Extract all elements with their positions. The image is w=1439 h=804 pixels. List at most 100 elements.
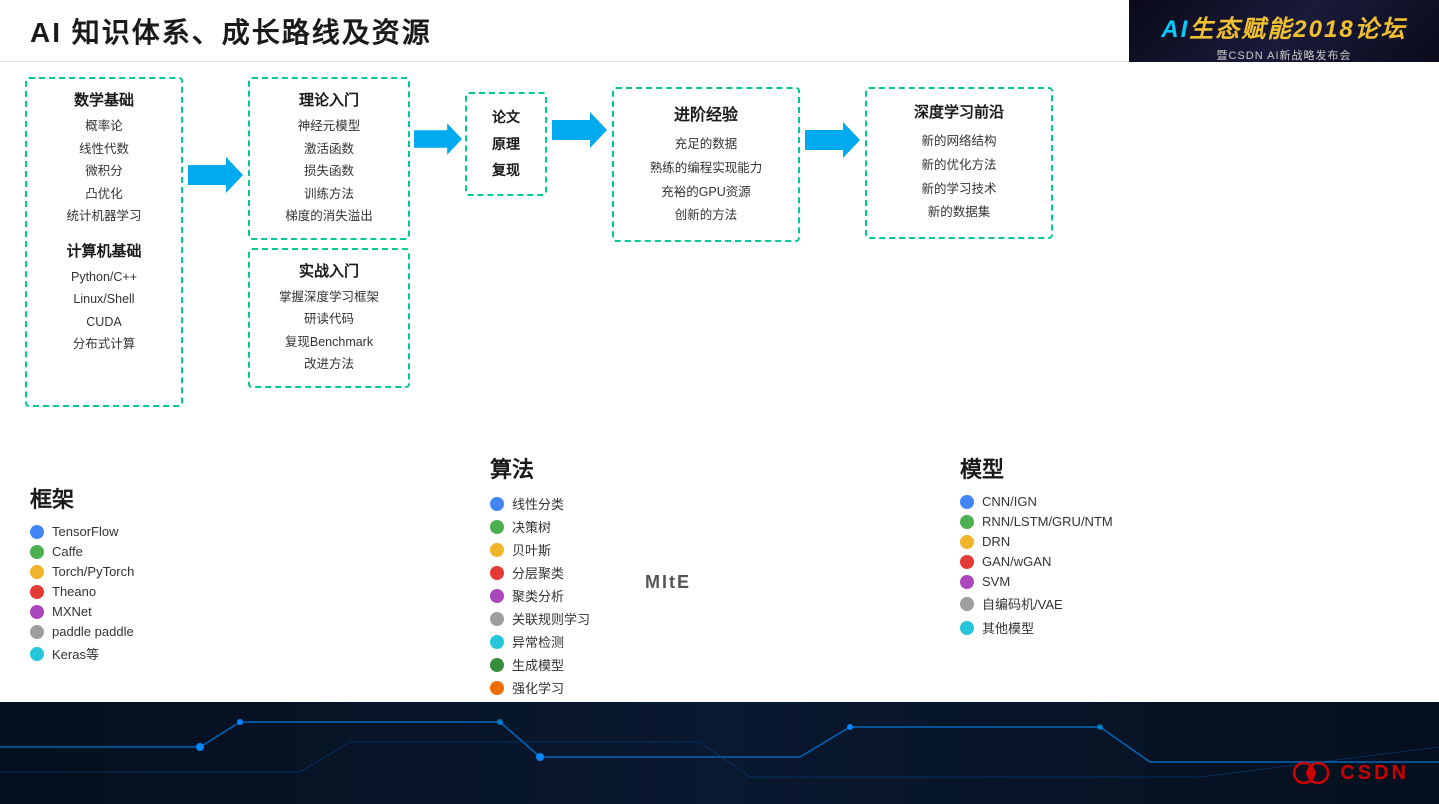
fw-label-1: TensorFlow	[52, 524, 118, 539]
arrow-2-top-svg	[414, 122, 462, 156]
alg-item-8: 生成模型	[490, 655, 720, 674]
fw-label-6: paddle paddle	[52, 624, 134, 639]
mite-label: MItE	[645, 572, 691, 593]
model-item-4: GAN/wGAN	[960, 554, 1250, 569]
deep-item-1: 新的网络结构	[881, 130, 1037, 154]
model-dot-1	[960, 495, 974, 509]
arrow-column-2	[410, 77, 465, 312]
fw-item-2: Caffe	[30, 544, 260, 559]
theory-item-1: 神经元模型	[262, 115, 396, 138]
model-item-6: 自编码机/VAE	[960, 594, 1250, 613]
alg-label-5: 聚类分析	[512, 586, 564, 605]
math-item-3: 微积分	[39, 160, 169, 183]
alg-label-6: 关联规则学习	[512, 609, 590, 628]
csdn-icon	[1292, 754, 1330, 792]
fw-item-4: Theano	[30, 584, 260, 599]
alg-item-1: 线性分类	[490, 494, 720, 513]
model-item-2: RNN/LSTM/GRU/NTM	[960, 514, 1250, 529]
deep-item-2: 新的优化方法	[881, 154, 1037, 178]
logo-text: 生态赋能2018论坛	[1189, 16, 1406, 43]
fw-label-2: Caffe	[52, 544, 83, 559]
deep-learning-box: 深度学习前沿 新的网络结构 新的优化方法 新的学习技术 新的数据集	[865, 87, 1053, 239]
alg-dot-4	[490, 566, 504, 580]
alg-dot-1	[490, 497, 504, 511]
comp-item-3: CUDA	[39, 311, 169, 334]
fw-label-3: Torch/PyTorch	[52, 564, 134, 579]
fw-dot-7	[30, 647, 44, 661]
model-label-2: RNN/LSTM/GRU/NTM	[982, 514, 1113, 529]
arrow-4-svg	[805, 122, 860, 158]
alg-label-3: 贝叶斯	[512, 540, 551, 559]
circuit-svg	[0, 702, 1439, 804]
alg-item-7: 异常检测	[490, 632, 720, 651]
math-items: 概率论 线性代数 微积分 凸优化 统计机器学习	[39, 115, 169, 228]
adv-item-4: 创新的方法	[628, 204, 784, 228]
theory-item-4: 训练方法	[262, 183, 396, 206]
model-dot-5	[960, 575, 974, 589]
algorithm-title: 算法	[490, 452, 720, 484]
theory-item-2: 激活函数	[262, 138, 396, 161]
alg-item-9: 强化学习	[490, 678, 720, 697]
alg-item-2: 决策树	[490, 517, 720, 536]
fw-item-1: TensorFlow	[30, 524, 260, 539]
main-area: 数学基础 概率论 线性代数 微积分 凸优化 统计机器学习 计算机基础 Pytho…	[0, 62, 1439, 704]
alg-label-8: 生成模型	[512, 655, 564, 674]
fw-dot-4	[30, 585, 44, 599]
model-item-3: DRN	[960, 534, 1250, 549]
advanced-box: 进阶经验 充足的数据 熟练的编程实现能力 充裕的GPU资源 创新的方法	[612, 87, 800, 242]
practice-box: 实战入门 掌握深度学习框架 研读代码 复现Benchmark 改进方法	[248, 248, 410, 388]
practice-title: 实战入门	[262, 260, 396, 281]
deep-item-4: 新的数据集	[881, 201, 1037, 225]
practice-item-3: 复现Benchmark	[262, 331, 396, 354]
theory-box: 理论入门 神经元模型 激活函数 损失函数 训练方法 梯度的消失溢出	[248, 77, 410, 240]
arrow-1-svg	[188, 157, 243, 193]
fw-dot-3	[30, 565, 44, 579]
logo-ai: AI	[1161, 16, 1189, 43]
practice-item-1: 掌握深度学习框架	[262, 286, 396, 309]
comp-item-1: Python/C++	[39, 266, 169, 289]
alg-dot-7	[490, 635, 504, 649]
model-title: 模型	[960, 452, 1250, 484]
fw-dot-5	[30, 605, 44, 619]
paper-box: 论文 原理 复现	[465, 92, 547, 196]
theory-item-5: 梯度的消失溢出	[262, 205, 396, 228]
model-item-5: SVM	[960, 574, 1250, 589]
math-item-5: 统计机器学习	[39, 205, 169, 228]
math-title: 数学基础	[39, 89, 169, 110]
logo-sub: 暨CSDN AI新战略发布会	[1216, 47, 1351, 63]
alg-dot-2	[490, 520, 504, 534]
alg-dot-6	[490, 612, 504, 626]
math-item-4: 凸优化	[39, 183, 169, 206]
foundations-box: 数学基础 概率论 线性代数 微积分 凸优化 统计机器学习 计算机基础 Pytho…	[25, 77, 183, 407]
model-label-5: SVM	[982, 574, 1010, 589]
framework-title: 框架	[30, 482, 260, 514]
computer-title: 计算机基础	[39, 240, 169, 261]
arrow-3	[547, 77, 612, 148]
computer-items: Python/C++ Linux/Shell CUDA 分布式计算	[39, 266, 169, 356]
deep-item-3: 新的学习技术	[881, 178, 1037, 202]
theory-title: 理论入门	[262, 89, 396, 110]
adv-item-3: 充裕的GPU资源	[628, 181, 784, 205]
arrow-3-svg	[552, 112, 607, 148]
model-section: 模型 CNN/IGN RNN/LSTM/GRU/NTM DRN GAN/wGAN…	[960, 452, 1250, 642]
model-label-1: CNN/IGN	[982, 494, 1037, 509]
alg-dot-9	[490, 681, 504, 695]
arrow-4	[800, 77, 865, 158]
fw-item-6: paddle paddle	[30, 624, 260, 639]
spacer	[410, 164, 465, 312]
fw-item-5: MXNet	[30, 604, 260, 619]
comp-item-2: Linux/Shell	[39, 288, 169, 311]
alg-label-9: 强化学习	[512, 678, 564, 697]
model-dot-4	[960, 555, 974, 569]
fw-item-3: Torch/PyTorch	[30, 564, 260, 579]
alg-item-3: 贝叶斯	[490, 540, 720, 559]
model-dot-2	[960, 515, 974, 529]
model-dot-3	[960, 535, 974, 549]
model-label-7: 其他模型	[982, 618, 1034, 637]
bottom-strip: CSDN	[0, 702, 1439, 804]
alg-label-1: 线性分类	[512, 494, 564, 513]
fw-label-7: Keras等	[52, 644, 99, 663]
alg-dot-3	[490, 543, 504, 557]
fw-label-5: MXNet	[52, 604, 92, 619]
model-label-6: 自编码机/VAE	[982, 594, 1063, 613]
